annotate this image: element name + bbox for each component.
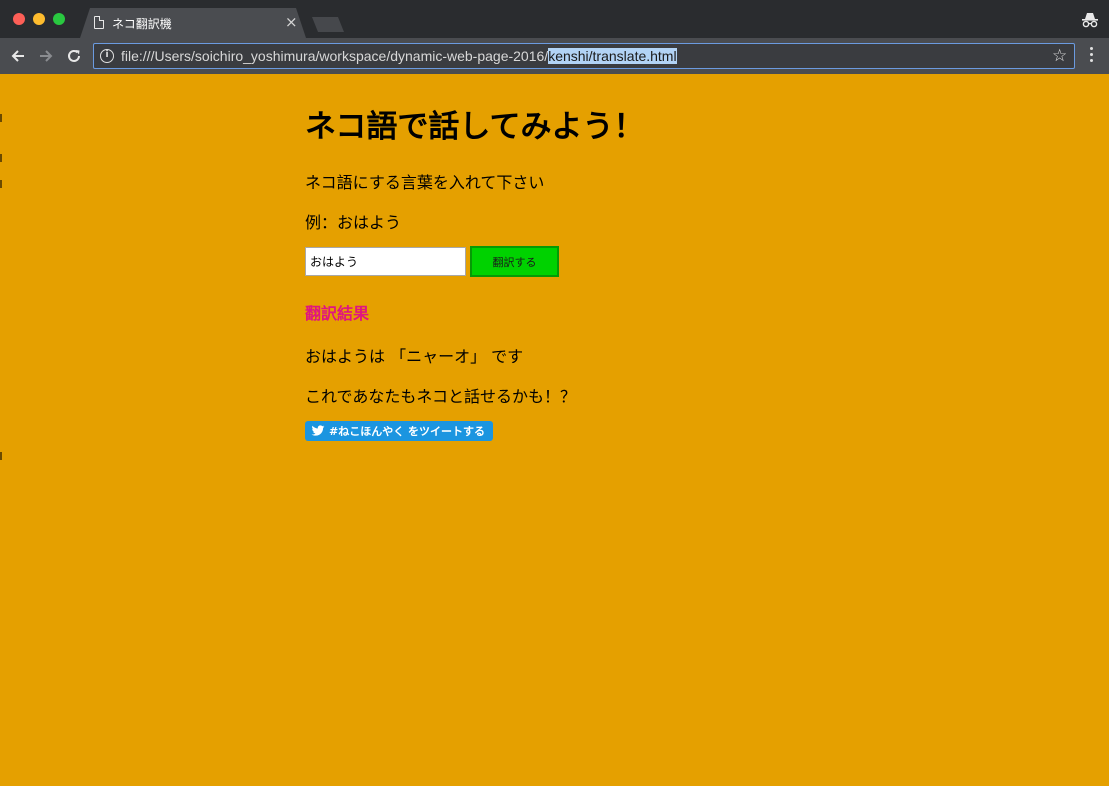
- url-selected-part: kenshi/translate.html: [548, 48, 677, 64]
- menu-icon[interactable]: [1084, 47, 1098, 65]
- address-bar[interactable]: i file:///Users/soichiro_yoshimura/works…: [93, 43, 1075, 69]
- result-heading: 翻訳結果: [305, 304, 370, 323]
- file-icon: [94, 16, 104, 29]
- back-button[interactable]: [7, 43, 29, 69]
- star-icon[interactable]: ☆: [1052, 46, 1067, 66]
- translate-button[interactable]: 翻訳する: [470, 246, 559, 277]
- page-title: ネコ語で話してみよう！: [305, 109, 645, 145]
- tab-close-icon[interactable]: ×: [285, 13, 298, 31]
- word-input[interactable]: [305, 247, 466, 276]
- example-text: 例：おはよう: [305, 213, 402, 232]
- reload-button[interactable]: [63, 43, 85, 69]
- edge-mark: [0, 114, 2, 122]
- info-icon[interactable]: i: [100, 49, 114, 63]
- close-window-button[interactable]: [13, 13, 25, 25]
- tweet-button[interactable]: #ねこほんやく をツイートする: [305, 421, 494, 441]
- url-text[interactable]: file:///Users/soichiro_yoshimura/workspa…: [121, 48, 677, 64]
- result-text: おはようは 「ニャーオ」 です: [305, 347, 524, 366]
- forward-arrow-icon: [40, 50, 53, 62]
- browser-tab-active[interactable]: ネコ翻訳機 ×: [80, 8, 306, 38]
- edge-mark: [0, 180, 2, 188]
- forward-button[interactable]: [35, 43, 57, 69]
- tab-title: ネコ翻訳機: [112, 17, 172, 31]
- maximize-window-button[interactable]: [53, 13, 65, 25]
- browser-toolbar: i file:///Users/soichiro_yoshimura/works…: [0, 38, 1109, 74]
- minimize-window-button[interactable]: [33, 13, 45, 25]
- twitter-bird-icon: [311, 425, 325, 436]
- browser-titlebar: ネコ翻訳機 ×: [0, 0, 1109, 38]
- incognito-icon: [1082, 13, 1098, 28]
- instruction-text: ネコ語にする言葉を入れて下さい: [305, 173, 545, 192]
- edge-mark: [0, 452, 2, 460]
- back-arrow-icon: [11, 50, 24, 62]
- page-viewport: ネコ語で話してみよう！ ネコ語にする言葉を入れて下さい 例：おはよう 翻訳する …: [0, 74, 1109, 786]
- edge-mark: [0, 154, 2, 162]
- closing-text: これであなたもネコと話せるかも！？: [305, 387, 577, 406]
- new-tab-button[interactable]: [312, 17, 344, 32]
- url-prefix: file:///Users/soichiro_yoshimura/workspa…: [121, 48, 549, 64]
- tweet-button-label: #ねこほんやく をツイートする: [329, 425, 486, 438]
- reload-icon: [68, 49, 80, 62]
